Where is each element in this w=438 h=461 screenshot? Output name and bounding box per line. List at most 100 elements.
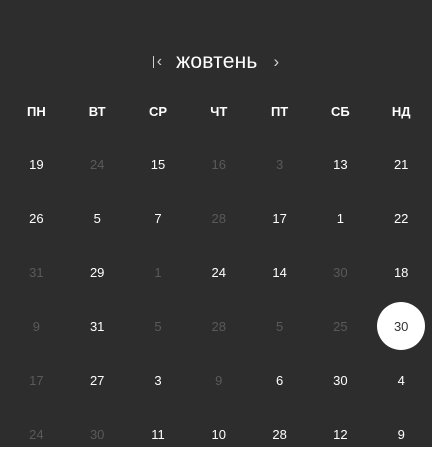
day-number: 24: [211, 264, 227, 280]
day-number: 26: [29, 210, 44, 226]
day-cell[interactable]: 12: [310, 407, 371, 461]
day-number: 11: [151, 426, 165, 442]
day-number: 6: [275, 372, 284, 388]
day-number: 4: [397, 372, 405, 388]
day-number: 3: [275, 156, 284, 172]
next-month-button[interactable]: ›: [274, 50, 280, 74]
day-number: 30: [89, 426, 105, 442]
day-number: 17: [29, 372, 44, 388]
day-number: 14: [272, 264, 287, 280]
day-number: 30: [333, 264, 348, 280]
day-number: 22: [393, 210, 409, 226]
day-cell[interactable]: 31: [6, 245, 67, 299]
day-number: 5: [93, 210, 101, 226]
day-cell[interactable]: 5: [249, 299, 310, 353]
day-number: 9: [32, 318, 41, 334]
month-title: жовтень: [176, 50, 258, 73]
day-number: 1: [336, 210, 344, 226]
day-cell[interactable]: 15: [128, 137, 189, 191]
day-cell[interactable]: 11: [128, 407, 189, 461]
day-number: 28: [211, 318, 227, 334]
day-cell-selected[interactable]: 30: [371, 299, 432, 353]
day-cell[interactable]: 30: [67, 407, 128, 461]
weekday-label: СБ: [331, 104, 350, 119]
day-number: 5: [154, 318, 162, 334]
day-cell[interactable]: 26: [6, 191, 67, 245]
weekday-label: ВТ: [88, 104, 106, 119]
day-number: 21: [393, 156, 409, 172]
day-number: 24: [29, 426, 44, 442]
day-cell[interactable]: 19: [6, 137, 67, 191]
day-cell[interactable]: 18: [371, 245, 432, 299]
day-cell[interactable]: 29: [67, 245, 128, 299]
day-number: 17: [272, 210, 287, 226]
day-cell[interactable]: 30: [310, 245, 371, 299]
weekday-label: ПТ: [270, 104, 289, 119]
day-number: 15: [150, 156, 166, 172]
day-number: 30: [377, 302, 426, 350]
day-cell[interactable]: 22: [371, 191, 432, 245]
day-number: 5: [275, 318, 284, 334]
day-cell[interactable]: 5: [67, 191, 128, 245]
day-cell[interactable]: 1: [310, 191, 371, 245]
chevron-right-icon: ›: [273, 52, 280, 71]
day-number: 31: [89, 318, 105, 334]
weekday-label: ПН: [27, 104, 46, 119]
day-number: 1: [154, 264, 162, 280]
day-cell[interactable]: 27: [67, 353, 128, 407]
prev-month-button[interactable]: ‹: [152, 50, 163, 74]
day-number: 25: [333, 318, 348, 334]
day-cell[interactable]: 3: [128, 353, 189, 407]
weekday-header-row: ПН ВТ СР ЧТ ПТ СБ НД: [6, 104, 432, 119]
day-cell[interactable]: 3: [249, 137, 310, 191]
day-cell[interactable]: 24: [6, 407, 67, 461]
day-cell[interactable]: 17: [6, 353, 67, 407]
day-cell[interactable]: 21: [371, 137, 432, 191]
day-cell[interactable]: 25: [310, 299, 371, 353]
day-cell[interactable]: 24: [188, 245, 249, 299]
day-cell[interactable]: 16: [188, 137, 249, 191]
day-number: 30: [333, 372, 348, 388]
day-number: 19: [29, 156, 44, 172]
calendar-panel: ‹ жовтень › ПН ВТ СР ЧТ ПТ СБ НД 19 24 15 1…: [0, 0, 432, 447]
day-cell[interactable]: 14: [249, 245, 310, 299]
day-cell[interactable]: 17: [249, 191, 310, 245]
day-number: 9: [397, 426, 405, 442]
day-number: 7: [154, 210, 162, 226]
day-number: 28: [211, 210, 227, 226]
chevron-left-icon: ‹: [156, 53, 163, 70]
day-number: 24: [89, 156, 105, 172]
day-cell[interactable]: 31: [67, 299, 128, 353]
day-cell[interactable]: 4: [371, 353, 432, 407]
day-cell[interactable]: 13: [310, 137, 371, 191]
day-number: 3: [154, 372, 162, 388]
weekday-label: СР: [148, 104, 168, 119]
day-cell[interactable]: 7: [128, 191, 189, 245]
day-number: 31: [29, 264, 44, 280]
day-cell[interactable]: 1: [128, 245, 189, 299]
day-number: 12: [333, 426, 348, 442]
day-number: 27: [89, 372, 105, 388]
day-number: 9: [215, 372, 223, 388]
calendar-header: ‹ жовтень ›: [0, 48, 432, 76]
day-cell[interactable]: 24: [67, 137, 128, 191]
day-cell[interactable]: 10: [188, 407, 249, 461]
day-cell[interactable]: 28: [188, 191, 249, 245]
day-cell[interactable]: 6: [249, 353, 310, 407]
day-number: 16: [211, 156, 227, 172]
day-cell[interactable]: 9: [6, 299, 67, 353]
day-cell[interactable]: 5: [128, 299, 189, 353]
day-cell[interactable]: 30: [310, 353, 371, 407]
day-cell[interactable]: 28: [249, 407, 310, 461]
day-cell[interactable]: 9: [188, 353, 249, 407]
day-cell[interactable]: 9: [371, 407, 432, 461]
day-number: 10: [211, 426, 227, 442]
day-number: 28: [272, 426, 287, 442]
day-number: 18: [393, 264, 409, 280]
day-cell[interactable]: 28: [188, 299, 249, 353]
weekday-label: НД: [391, 104, 411, 119]
day-number: 13: [333, 156, 348, 172]
weekday-label: ЧТ: [210, 104, 228, 119]
day-grid: 19 24 15 16 3 13 21 26 5 7 28 17 1 22 31 29 1 24 14 30 18 9 31…: [6, 137, 432, 461]
day-number: 29: [89, 264, 105, 280]
